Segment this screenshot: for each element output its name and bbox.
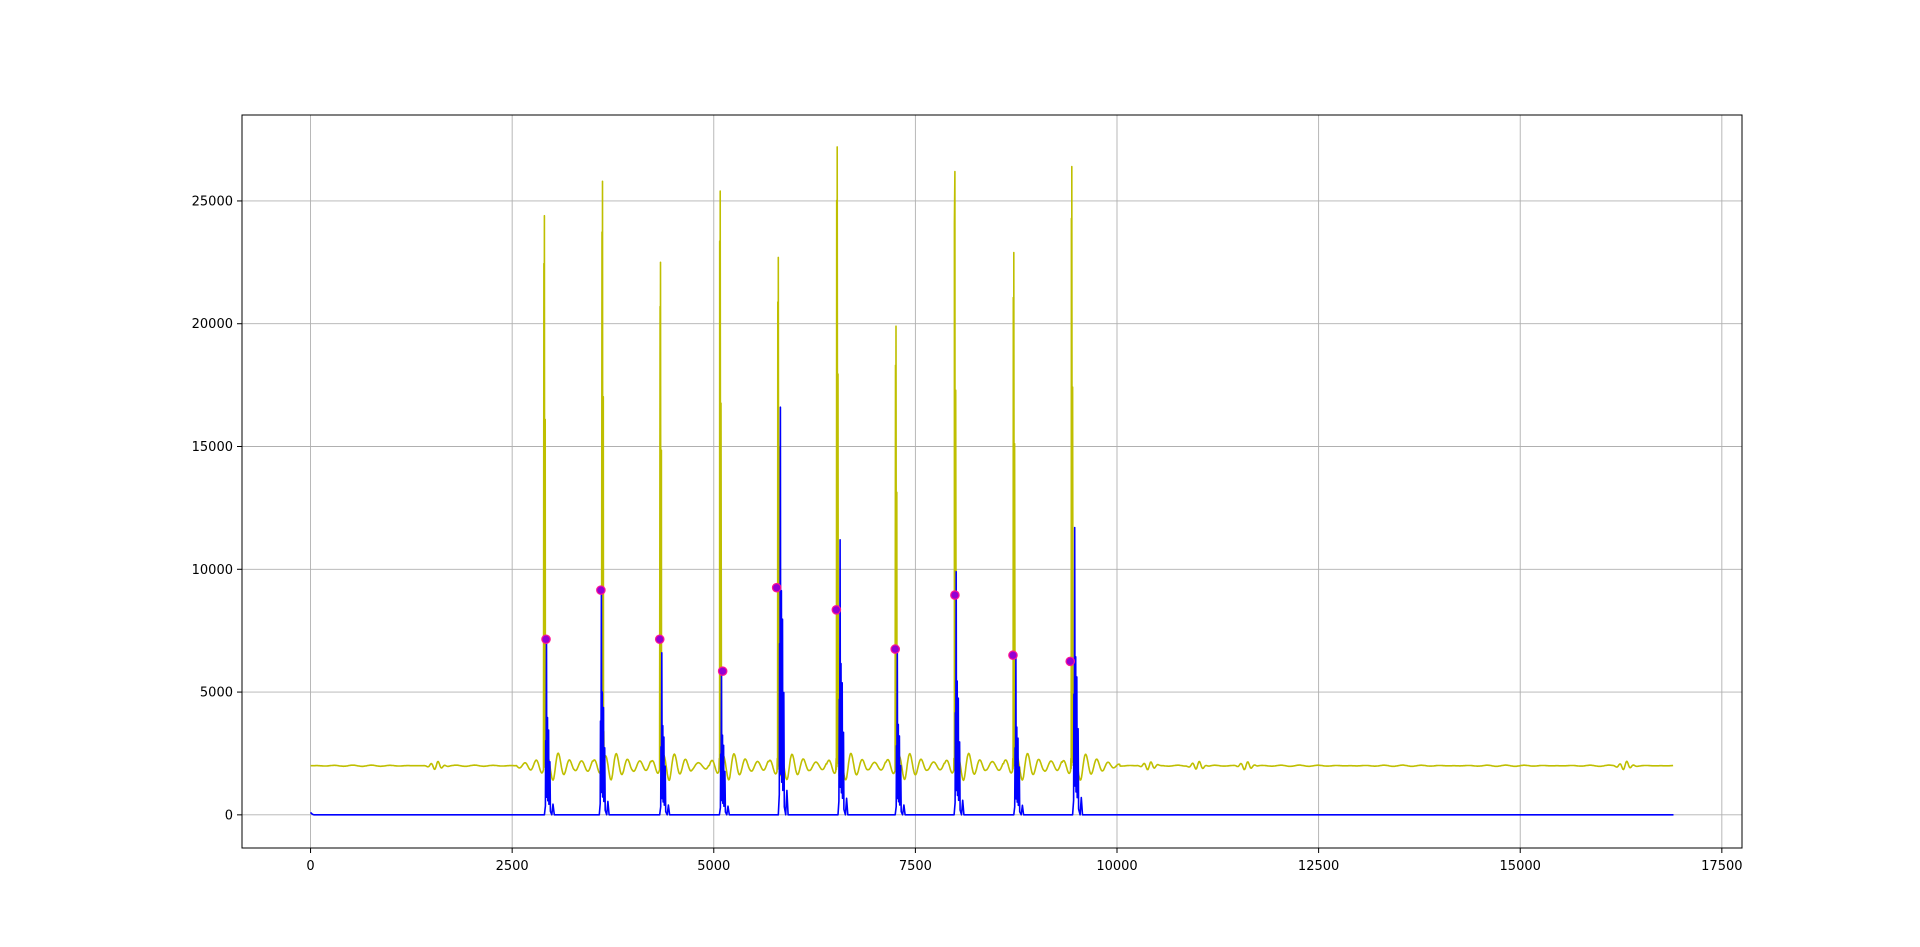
peak-marker bbox=[950, 590, 960, 600]
peak-marker bbox=[771, 582, 782, 593]
y-tick-label: 0 bbox=[225, 808, 233, 823]
y-tick-label: 10000 bbox=[192, 563, 233, 578]
x-tick-label: 17500 bbox=[1701, 859, 1742, 874]
peak-marker bbox=[1065, 656, 1076, 667]
peak-marker bbox=[890, 644, 901, 654]
chart-figure: 0 2500 5000 7500 10000 12500 15000 17500 0 5000 10… bbox=[0, 0, 1920, 947]
x-tick-label: 12500 bbox=[1298, 859, 1339, 874]
x-tick-label: 0 bbox=[306, 859, 314, 874]
x-tick-label: 10000 bbox=[1096, 859, 1137, 874]
peak-marker bbox=[717, 666, 728, 676]
peak-marker bbox=[541, 634, 551, 645]
peak-marker bbox=[596, 585, 606, 595]
peak-marker bbox=[1008, 650, 1018, 661]
x-tick-label: 5000 bbox=[697, 859, 730, 874]
x-tick-label: 2500 bbox=[496, 859, 529, 874]
y-tick-label: 20000 bbox=[192, 317, 233, 332]
y-tick-label: 5000 bbox=[200, 686, 233, 701]
peak-marker bbox=[654, 634, 665, 645]
peak-marker bbox=[831, 605, 842, 615]
x-tick-label: 7500 bbox=[899, 859, 932, 874]
y-tick-label: 25000 bbox=[192, 194, 233, 209]
y-tick-label: 15000 bbox=[192, 440, 233, 455]
x-tick-label: 15000 bbox=[1500, 859, 1541, 874]
